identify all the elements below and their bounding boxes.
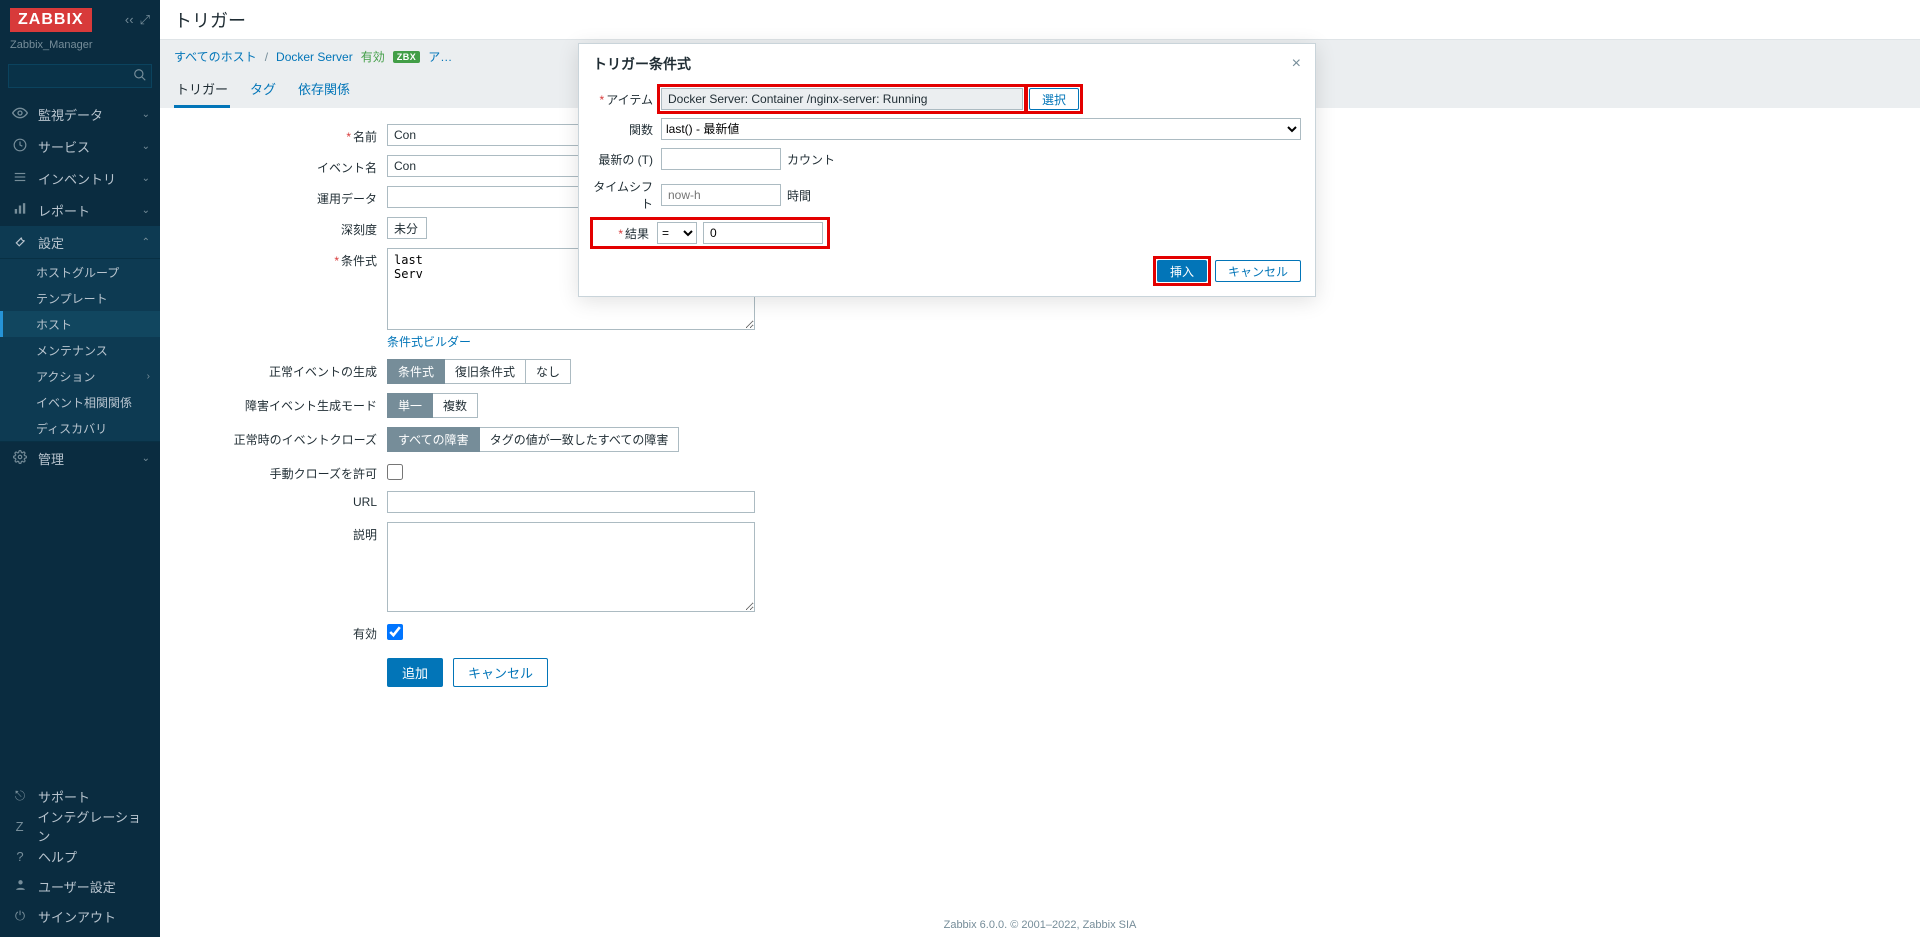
sub-discovery[interactable]: ディスカバリ bbox=[0, 415, 160, 441]
nav-label: インベントリ bbox=[38, 169, 116, 188]
nav-label: レポート bbox=[38, 201, 90, 220]
foot-label: インテグレーション bbox=[37, 807, 150, 845]
z-icon: Z bbox=[10, 819, 29, 834]
chevron-down-icon: ⌄ bbox=[142, 453, 150, 464]
modal-header: トリガー条件式 × bbox=[579, 44, 1315, 84]
sub-label: アクション bbox=[36, 368, 95, 385]
sub-hosts[interactable]: ホスト bbox=[0, 311, 160, 337]
signout-icon: ⏻ bbox=[10, 908, 30, 924]
modal-label-item: *アイテム bbox=[593, 91, 661, 108]
list-icon bbox=[10, 170, 30, 187]
clock-icon bbox=[10, 138, 30, 155]
insert-button[interactable]: 挿入 bbox=[1157, 260, 1207, 282]
headset-icon: ⎋ bbox=[10, 788, 30, 804]
search-icon[interactable] bbox=[133, 68, 147, 85]
nav-monitoring[interactable]: 監視データ ⌄ bbox=[0, 98, 160, 130]
modal-timeshift-input[interactable] bbox=[661, 184, 781, 206]
foot-help[interactable]: ? ヘルプ bbox=[0, 841, 160, 871]
expand-icon[interactable]: ⤢ bbox=[140, 12, 150, 28]
foot-usersettings[interactable]: ユーザー設定 bbox=[0, 871, 160, 901]
modal-actions: 挿入 キャンセル bbox=[593, 260, 1301, 282]
modal-label-func: 関数 bbox=[593, 121, 661, 138]
foot-integration[interactable]: Z インテグレーション bbox=[0, 811, 160, 841]
modal-item-input[interactable] bbox=[661, 88, 1023, 110]
modal-result-input[interactable] bbox=[703, 222, 823, 244]
sub-maintenance[interactable]: メンテナンス bbox=[0, 337, 160, 363]
sidebar-nav: 監視データ ⌄ サービス ⌄ インベントリ ⌄ bbox=[0, 98, 160, 781]
nav-admin[interactable]: 管理 ⌄ bbox=[0, 442, 160, 474]
modal-label-result: *結果 bbox=[595, 225, 657, 242]
help-icon: ? bbox=[10, 849, 30, 864]
chevron-down-icon: ⌄ bbox=[142, 205, 150, 216]
nav-label: 監視データ bbox=[38, 105, 103, 124]
nav-label: サービス bbox=[38, 137, 90, 156]
eye-icon bbox=[10, 106, 30, 122]
wrench-icon bbox=[10, 234, 30, 251]
sub-label: イベント相関関係 bbox=[36, 394, 132, 411]
main-area: トリガー すべてのホスト / Docker Server 有効 ZBX ア… ト… bbox=[160, 0, 1920, 937]
modal-body: *アイテム 選択 関数 last() bbox=[579, 84, 1315, 296]
chevron-down-icon: ⌄ bbox=[142, 173, 150, 184]
nav-inventory[interactable]: インベントリ ⌄ bbox=[0, 162, 160, 194]
modal-count-suffix: カウント bbox=[787, 151, 835, 168]
condition-modal: トリガー条件式 × *アイテム 選択 bbox=[578, 43, 1316, 297]
modal-label-last: 最新の (T) bbox=[593, 151, 661, 168]
modal-func-select[interactable]: last() - 最新値 bbox=[661, 118, 1301, 140]
sub-hostgroups[interactable]: ホストグループ bbox=[0, 259, 160, 285]
nav-reports[interactable]: レポート ⌄ bbox=[0, 194, 160, 226]
sidebar: ZABBIX ‹‹ ⤢ Zabbix_Manager 監視データ ⌄ bbox=[0, 0, 160, 937]
barchart-icon bbox=[10, 202, 30, 219]
sub-actions[interactable]: アクション › bbox=[0, 363, 160, 389]
app-root: ZABBIX ‹‹ ⤢ Zabbix_Manager 監視データ ⌄ bbox=[0, 0, 1920, 937]
nav-label: 設定 bbox=[38, 233, 64, 252]
user-icon bbox=[10, 878, 30, 894]
foot-label: サインアウト bbox=[38, 907, 116, 926]
sidebar-footer: ⎋ サポート Z インテグレーション ? ヘルプ ユーザー設定 ⏻ サインアウト bbox=[0, 781, 160, 937]
collapse-icon[interactable]: ‹‹ bbox=[125, 12, 134, 28]
foot-signout[interactable]: ⏻ サインアウト bbox=[0, 901, 160, 931]
modal-last-input[interactable] bbox=[661, 148, 781, 170]
sidebar-subtitle: Zabbix_Manager bbox=[0, 39, 160, 59]
chevron-right-icon: › bbox=[147, 371, 150, 382]
close-icon[interactable]: × bbox=[1292, 55, 1301, 73]
sidebar-header: ZABBIX ‹‹ ⤢ bbox=[0, 0, 160, 39]
sub-templates[interactable]: テンプレート bbox=[0, 285, 160, 311]
config-submenu: ホストグループ テンプレート ホスト メンテナンス アクション › イベント相関関… bbox=[0, 258, 160, 442]
sub-label: ホスト bbox=[36, 316, 72, 333]
modal-label-timeshift: タイムシフト bbox=[593, 178, 661, 212]
nav-services[interactable]: サービス ⌄ bbox=[0, 130, 160, 162]
sidebar-toggles: ‹‹ ⤢ bbox=[125, 12, 150, 28]
chevron-up-icon: ⌃ bbox=[142, 237, 150, 248]
select-button[interactable]: 選択 bbox=[1029, 88, 1079, 110]
modal-operator-select[interactable]: = bbox=[657, 222, 697, 244]
sub-label: ホストグループ bbox=[36, 264, 119, 281]
foot-label: サポート bbox=[38, 787, 90, 806]
modal-cancel-button[interactable]: キャンセル bbox=[1215, 260, 1301, 282]
sub-correlation[interactable]: イベント相関関係 bbox=[0, 389, 160, 415]
search-input[interactable] bbox=[8, 64, 152, 88]
sub-label: テンプレート bbox=[36, 290, 108, 307]
logo[interactable]: ZABBIX bbox=[10, 8, 92, 32]
nav-label: 管理 bbox=[38, 449, 64, 468]
modal-overlay: トリガー条件式 × *アイテム 選択 bbox=[160, 0, 1920, 937]
modal-title: トリガー条件式 bbox=[593, 54, 691, 74]
foot-label: ユーザー設定 bbox=[38, 877, 116, 896]
sub-label: ディスカバリ bbox=[36, 420, 107, 437]
sub-label: メンテナンス bbox=[36, 342, 108, 359]
chevron-down-icon: ⌄ bbox=[142, 141, 150, 152]
nav-config[interactable]: 設定 ⌃ bbox=[0, 226, 160, 258]
foot-label: ヘルプ bbox=[38, 847, 77, 866]
gear-icon bbox=[10, 450, 30, 467]
chevron-down-icon: ⌄ bbox=[142, 109, 150, 120]
sidebar-search bbox=[8, 64, 152, 88]
modal-time-suffix: 時間 bbox=[787, 187, 811, 204]
